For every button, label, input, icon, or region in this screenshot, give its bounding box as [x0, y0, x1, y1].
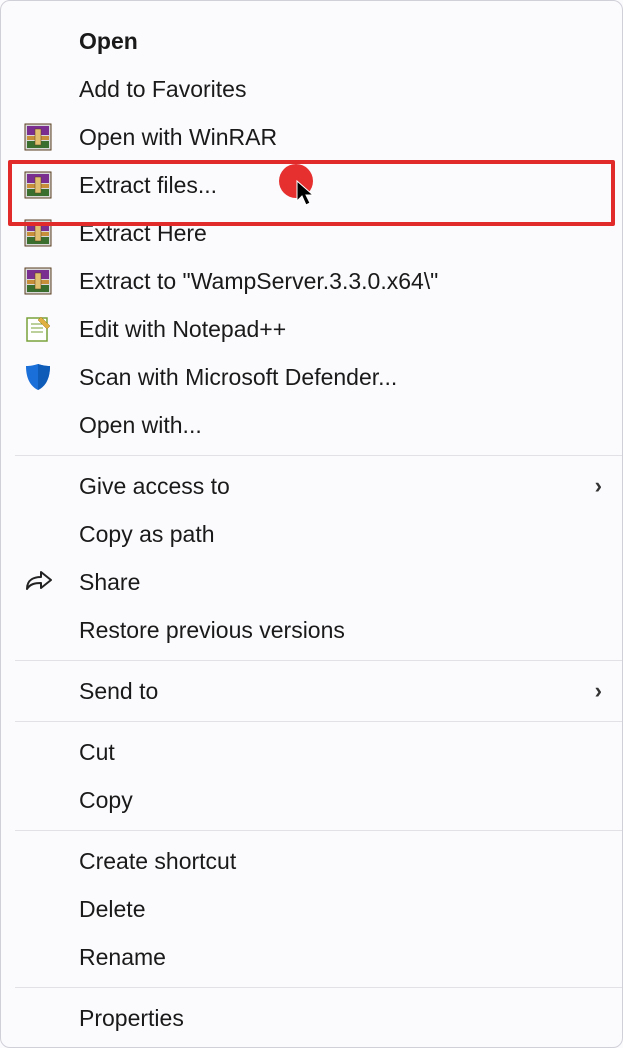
- defender-icon: [21, 360, 55, 394]
- winrar-icon: [21, 264, 55, 298]
- menu-copy[interactable]: Copy: [1, 776, 622, 824]
- menu-label: Open: [79, 28, 602, 55]
- menu-label: Extract Here: [79, 220, 602, 247]
- menu-restore[interactable]: Restore previous versions: [1, 606, 622, 654]
- menu-label: Delete: [79, 896, 602, 923]
- menu-label: Give access to: [79, 473, 595, 500]
- menu-label: Rename: [79, 944, 602, 971]
- menu-extract-here[interactable]: Extract Here: [1, 209, 622, 257]
- winrar-icon: [21, 168, 55, 202]
- menu-create-shortcut[interactable]: Create shortcut: [1, 837, 622, 885]
- separator: [15, 660, 622, 661]
- menu-delete[interactable]: Delete: [1, 885, 622, 933]
- separator: [15, 830, 622, 831]
- share-icon: [21, 565, 55, 599]
- menu-label: Create shortcut: [79, 848, 602, 875]
- separator: [15, 455, 622, 456]
- chevron-right-icon: ›: [595, 473, 602, 499]
- winrar-icon: [21, 216, 55, 250]
- menu-give-access[interactable]: Give access to ›: [1, 462, 622, 510]
- menu-rename[interactable]: Rename: [1, 933, 622, 981]
- menu-label: Extract files...: [79, 172, 602, 199]
- menu-label: Open with WinRAR: [79, 124, 602, 151]
- menu-label: Properties: [79, 1005, 602, 1032]
- menu-open-winrar[interactable]: Open with WinRAR: [1, 113, 622, 161]
- menu-label: Copy: [79, 787, 602, 814]
- menu-label: Extract to "WampServer.3.3.0.x64\": [79, 268, 602, 295]
- chevron-right-icon: ›: [595, 678, 602, 704]
- winrar-icon: [21, 120, 55, 154]
- separator: [15, 721, 622, 722]
- menu-properties[interactable]: Properties: [1, 994, 622, 1042]
- menu-label: Edit with Notepad++: [79, 316, 602, 343]
- separator: [15, 987, 622, 988]
- menu-cut[interactable]: Cut: [1, 728, 622, 776]
- menu-open-with[interactable]: Open with...: [1, 401, 622, 449]
- menu-copy-path[interactable]: Copy as path: [1, 510, 622, 558]
- menu-edit-notepad[interactable]: Edit with Notepad++: [1, 305, 622, 353]
- menu-label: Copy as path: [79, 521, 602, 548]
- notepad-icon: [21, 312, 55, 346]
- menu-label: Restore previous versions: [79, 617, 602, 644]
- menu-extract-to[interactable]: Extract to "WampServer.3.3.0.x64\": [1, 257, 622, 305]
- menu-scan-defender[interactable]: Scan with Microsoft Defender...: [1, 353, 622, 401]
- menu-label: Send to: [79, 678, 595, 705]
- menu-label: Cut: [79, 739, 602, 766]
- annotation-click-dot: [279, 164, 313, 198]
- menu-label: Scan with Microsoft Defender...: [79, 364, 602, 391]
- menu-label: Share: [79, 569, 602, 596]
- menu-send-to[interactable]: Send to ›: [1, 667, 622, 715]
- menu-open[interactable]: Open: [1, 17, 622, 65]
- menu-share[interactable]: Share: [1, 558, 622, 606]
- menu-add-favorites[interactable]: Add to Favorites: [1, 65, 622, 113]
- context-menu: Open Add to Favorites Open with WinRAR: [0, 0, 623, 1048]
- menu-label: Add to Favorites: [79, 76, 602, 103]
- menu-label: Open with...: [79, 412, 602, 439]
